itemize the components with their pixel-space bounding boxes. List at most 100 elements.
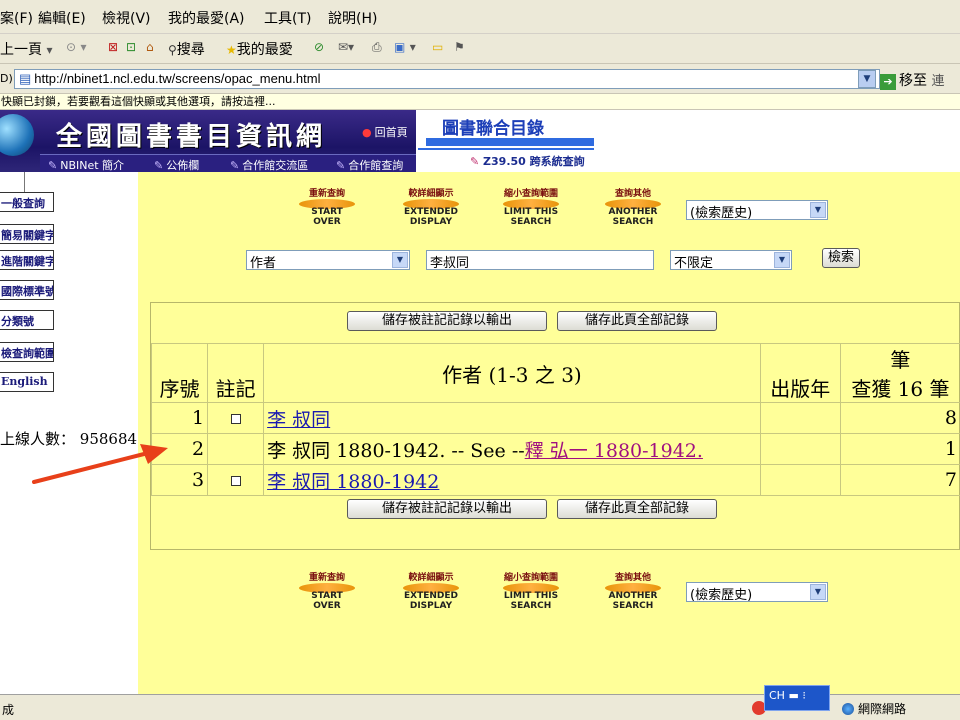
nav-button-en: LIMIT THIS SEARCH: [503, 591, 559, 611]
nav-button-zh: 較詳細顯示: [408, 189, 454, 199]
search-button[interactable]: ⚲搜尋: [168, 39, 205, 59]
sidebar-item-advanced-keyword[interactable]: 進階關鍵字: [0, 250, 54, 270]
pen-icon: ✎: [470, 155, 484, 168]
home-link-label: 回首頁: [374, 126, 408, 139]
menu-help[interactable]: 說明(H): [328, 8, 377, 28]
popup-blocked-infobar[interactable]: 快顯已封鎖，若要觀看這個快顯或其他選項，請按這裡...: [0, 94, 960, 110]
limit-search-button[interactable]: 縮小查詢範圍 LIMIT THIS SEARCH: [488, 186, 574, 227]
mail-button[interactable]: ✉▾: [338, 39, 354, 55]
save-marked-button-top[interactable]: 儲存被註記記錄以輸出: [347, 311, 547, 331]
address-input[interactable]: ▤ http://nbinet1.ncl.edu.tw/screens/opac_…: [14, 69, 880, 89]
search-icon: ⚲: [168, 43, 177, 57]
nav-nbinet-intro[interactable]: ✎ NBINet 簡介: [48, 157, 124, 173]
sidebar: 一般查詢 簡易關鍵字 進階關鍵字 國際標準號碼 分類號 檢查詢範圍 Englis…: [0, 172, 138, 694]
extended-display-button[interactable]: 較詳細顯示 EXTENDED DISPLAY: [386, 570, 476, 611]
nav-button-en: START OVER: [311, 591, 343, 611]
row-author-cell: 李 叔同 1880-1942: [263, 464, 761, 496]
table-row: 1 李 叔同 8: [150, 402, 960, 434]
sidebar-item-isbn[interactable]: 國際標準號碼: [0, 280, 54, 300]
search-submit-button[interactable]: 檢索: [822, 248, 860, 268]
links-label[interactable]: 連: [931, 74, 944, 89]
col-count-header: 筆 查獲 16 筆: [839, 343, 960, 403]
favorites-button[interactable]: ★我的最愛: [226, 39, 293, 59]
print-button[interactable]: ⎙: [372, 39, 382, 55]
address-dropdown-button[interactable]: ▼: [858, 70, 876, 88]
see-also-link[interactable]: 釋 弘一 1880-1942.: [525, 440, 703, 462]
history-select-value: (檢索歷史): [690, 206, 753, 220]
another-search-button[interactable]: 查詢其他 ANOTHER SEARCH: [590, 570, 676, 611]
menu-edit[interactable]: 編輯(E): [38, 8, 86, 28]
folder-icon: ▭: [432, 40, 444, 54]
row-seq: 1: [150, 402, 209, 434]
home-icon: ⌂: [146, 40, 154, 54]
go-button[interactable]: ➔ 移至 連: [880, 70, 944, 90]
refresh-button[interactable]: ⊡: [126, 39, 136, 55]
save-page-button-bottom[interactable]: 儲存此頁全部記錄: [557, 499, 717, 519]
stop-icon: ⊠: [108, 40, 119, 54]
messenger-button[interactable]: ⚑: [454, 39, 465, 55]
limit-search-button[interactable]: 縮小查詢範圍 LIMIT THIS SEARCH: [488, 570, 574, 611]
sidebar-item-classification[interactable]: 分類號: [0, 310, 54, 330]
forward-button[interactable]: ⊙ ▾: [66, 39, 87, 55]
row-count: 1: [839, 433, 960, 465]
row-year: [759, 402, 841, 434]
nav-label: 合作館交流區: [242, 159, 309, 172]
union-catalog-title[interactable]: 圖書聯合目錄: [442, 114, 544, 139]
back-button[interactable]: 上一頁 ▾: [0, 39, 52, 59]
search-field-select[interactable]: 作者 ▼: [246, 250, 410, 270]
menu-favorites[interactable]: 我的最愛(A): [168, 8, 245, 28]
author-link[interactable]: 李 叔同 1880-1942: [267, 471, 439, 493]
sidebar-item-simple-keyword[interactable]: 簡易關鍵字: [0, 224, 54, 244]
start-over-button[interactable]: 重新查詢 START OVER: [298, 186, 356, 227]
nav-bulletin[interactable]: ✎ 公佈欄: [154, 157, 199, 173]
menu-file[interactable]: 案(F): [0, 8, 33, 28]
another-search-button[interactable]: 查詢其他 ANOTHER SEARCH: [590, 186, 676, 227]
col-count-header-top: 筆: [890, 348, 911, 372]
history-button[interactable]: ⊘: [314, 39, 324, 55]
keyboard-icon: ▬: [788, 689, 799, 702]
search-query-input[interactable]: 李叔同: [426, 250, 654, 271]
mark-checkbox[interactable]: [230, 476, 241, 486]
chevron-down-icon: ▼: [863, 74, 871, 84]
history-icon: ⊘: [314, 40, 325, 54]
save-marked-button-bottom[interactable]: 儲存被註記記錄以輸出: [347, 499, 547, 519]
infobar-text: 快顯已封鎖，若要觀看這個快顯或其他選項，請按這裡...: [1, 95, 276, 108]
row-mark-cell: [207, 433, 265, 465]
search-limit-select[interactable]: 不限定 ▼: [670, 250, 792, 270]
sidebar-item-search-scope[interactable]: 檢查詢範圍: [0, 342, 54, 362]
save-page-button-top[interactable]: 儲存此頁全部記錄: [557, 311, 717, 331]
status-text: 成: [2, 703, 15, 717]
chevron-down-icon: ▼: [392, 252, 408, 268]
home-link[interactable]: ● 回首頁: [362, 124, 408, 140]
discuss-button[interactable]: ▭: [432, 39, 443, 55]
history-select[interactable]: (檢索歷史) ▼: [686, 200, 828, 220]
nav-button-en: START OVER: [311, 207, 343, 227]
nav-member-search[interactable]: ✎ 合作館查詢: [336, 157, 403, 173]
union-strip: [426, 138, 594, 146]
row-author-cell: 李 叔同 1880-1942. -- See --釋 弘一 1880-1942.: [263, 433, 761, 465]
author-see-text: 李 叔同 1880-1942. -- See --: [267, 439, 525, 462]
print-icon: ⎙: [372, 40, 382, 54]
z3950-link[interactable]: ✎ Z39.50 跨系統查詢: [470, 153, 585, 169]
stop-button[interactable]: ⊠: [108, 39, 118, 55]
nav-member-exchange[interactable]: ✎ 合作館交流區: [230, 157, 308, 173]
start-over-button[interactable]: 重新查詢 START OVER: [298, 570, 356, 611]
sidebar-item-basic-search[interactable]: 一般查詢: [0, 192, 54, 212]
refresh-icon: ⊡: [126, 40, 137, 54]
edit-button[interactable]: ▣ ▾: [394, 39, 416, 55]
author-link[interactable]: 李 叔同: [267, 409, 330, 431]
pen-icon: ✎: [154, 159, 164, 172]
pen-icon: ✎: [230, 159, 240, 172]
menu-view[interactable]: 檢視(V): [102, 8, 151, 28]
home-button[interactable]: ⌂: [146, 39, 154, 55]
history-select-value: (檢索歷史): [690, 588, 753, 602]
menu-tools[interactable]: 工具(T): [264, 8, 311, 28]
internet-zone-icon: [842, 703, 854, 715]
extended-display-button[interactable]: 較詳細顯示 EXTENDED DISPLAY: [386, 186, 476, 227]
mark-checkbox[interactable]: [230, 414, 241, 424]
history-select[interactable]: (檢索歷史) ▼: [686, 582, 828, 602]
sidebar-item-english[interactable]: English: [0, 372, 54, 392]
nav-button-zh: 縮小查詢範圍: [503, 573, 558, 583]
ime-indicator[interactable]: CH ▬ ⁝: [764, 685, 830, 711]
nav-label: 合作館查詢: [348, 159, 404, 172]
